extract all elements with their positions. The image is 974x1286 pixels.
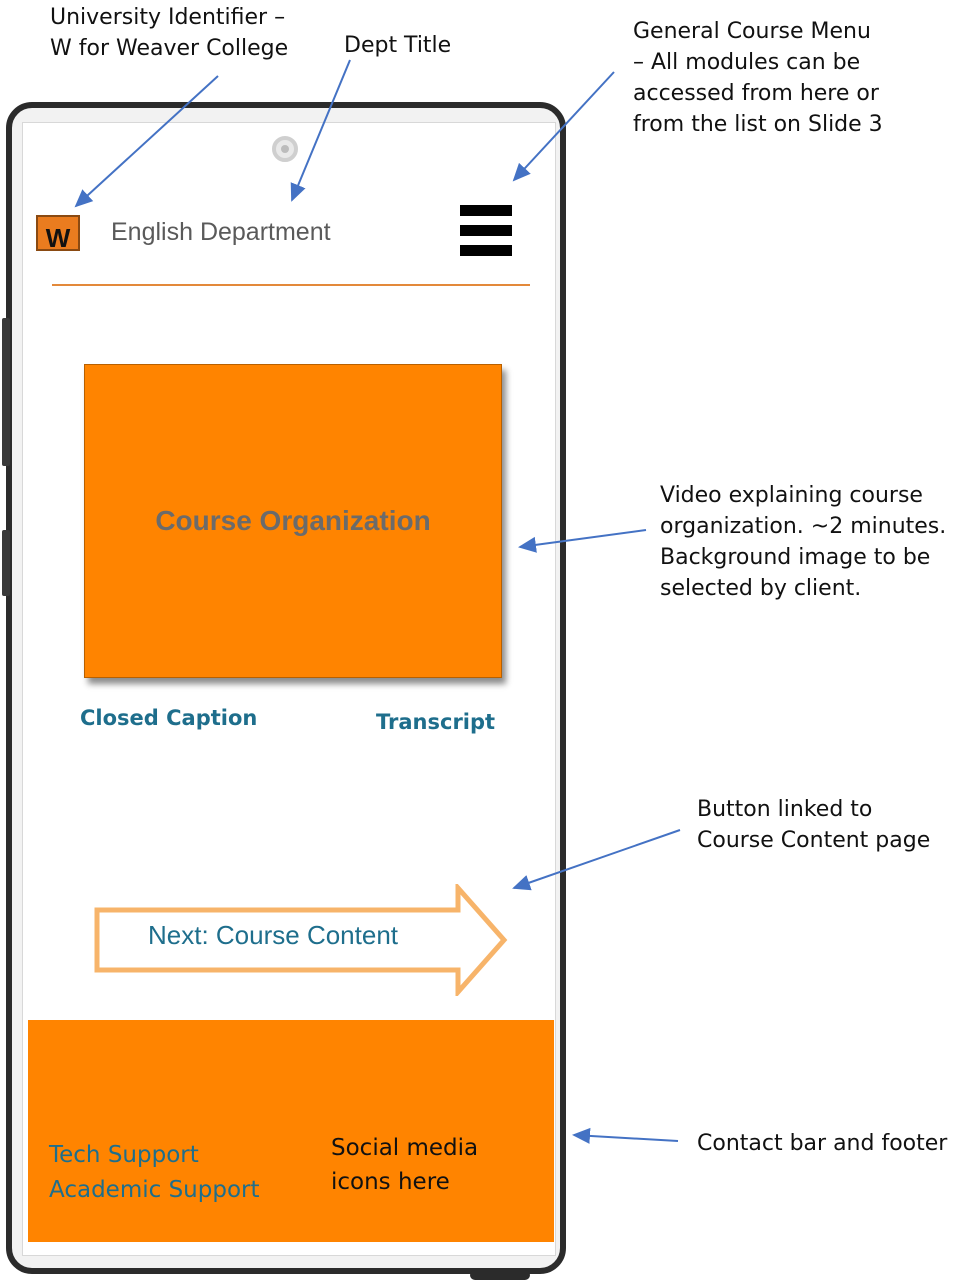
callout-arrow-university [74,75,219,208]
callout-arrow-dept [290,59,351,202]
callout-arrow-button [512,829,681,891]
callout-arrow-footer [572,1127,679,1144]
callout-arrows [74,59,681,1144]
callout-arrow-video [518,529,647,553]
callout-arrow-menu [512,71,615,182]
